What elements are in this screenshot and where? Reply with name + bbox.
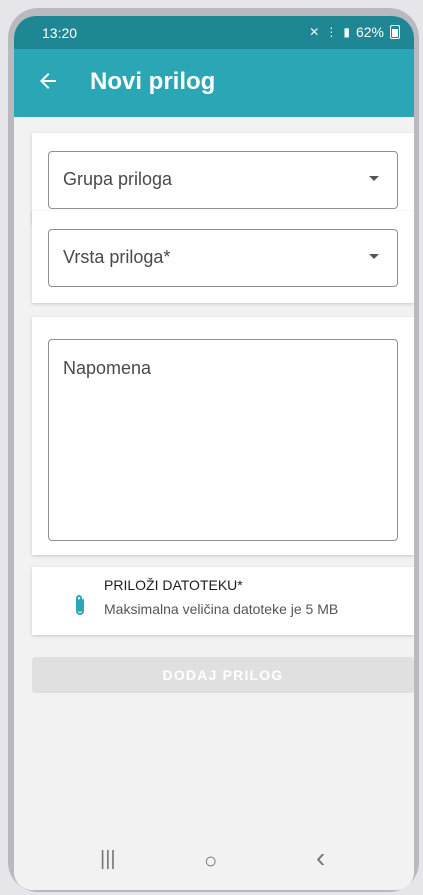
group-select[interactable]: Grupa priloga bbox=[48, 151, 398, 209]
note-placeholder: Napomena bbox=[63, 358, 152, 378]
battery-icon bbox=[390, 25, 400, 39]
phone-screen: 13:20 ✕ ⋮ ▮ 62% Novi prilog Grupa prilog… bbox=[14, 16, 414, 890]
add-attachment-button[interactable]: DODAJ PRILOG bbox=[32, 657, 414, 693]
attach-title: PRILOŽI DATOTEKU* bbox=[104, 577, 243, 593]
mute-icon: ✕ bbox=[309, 25, 320, 39]
status-time: 13:20 bbox=[42, 25, 78, 41]
group-select-label: Grupa priloga bbox=[63, 169, 173, 189]
wifi-icon: ⋮ bbox=[325, 25, 338, 39]
attach-subtitle: Maksimalna veličina datoteke je 5 MB bbox=[104, 601, 339, 617]
status-icons: ✕ ⋮ ▮ 62% bbox=[309, 24, 400, 40]
page-title: Novi prilog bbox=[90, 68, 216, 95]
paperclip-icon bbox=[76, 595, 84, 615]
recents-button[interactable]: ||| bbox=[100, 848, 116, 871]
battery-percent: 62% bbox=[355, 24, 384, 40]
back-arrow-icon[interactable] bbox=[36, 69, 60, 93]
chevron-down-icon bbox=[369, 254, 379, 259]
type-select[interactable]: Vrsta priloga* bbox=[48, 229, 398, 287]
system-back-button[interactable]: ‹ bbox=[316, 842, 325, 874]
app-bar: Novi prilog bbox=[14, 49, 414, 117]
group-card: Grupa priloga bbox=[32, 133, 414, 223]
chevron-down-icon bbox=[369, 176, 379, 181]
attach-file-card[interactable]: PRILOŽI DATOTEKU* Maksimalna veličina da… bbox=[32, 567, 414, 635]
home-button[interactable]: ○ bbox=[204, 848, 217, 874]
note-textarea[interactable]: Napomena bbox=[48, 339, 398, 541]
signal-icon: ▮ bbox=[343, 25, 350, 39]
status-bar: 13:20 ✕ ⋮ ▮ 62% bbox=[14, 16, 414, 49]
type-select-label: Vrsta priloga* bbox=[63, 247, 171, 267]
note-card: Napomena bbox=[32, 317, 414, 555]
type-card: Vrsta priloga* bbox=[32, 211, 414, 303]
navigation-bar: ||| ○ ‹ bbox=[14, 834, 414, 890]
